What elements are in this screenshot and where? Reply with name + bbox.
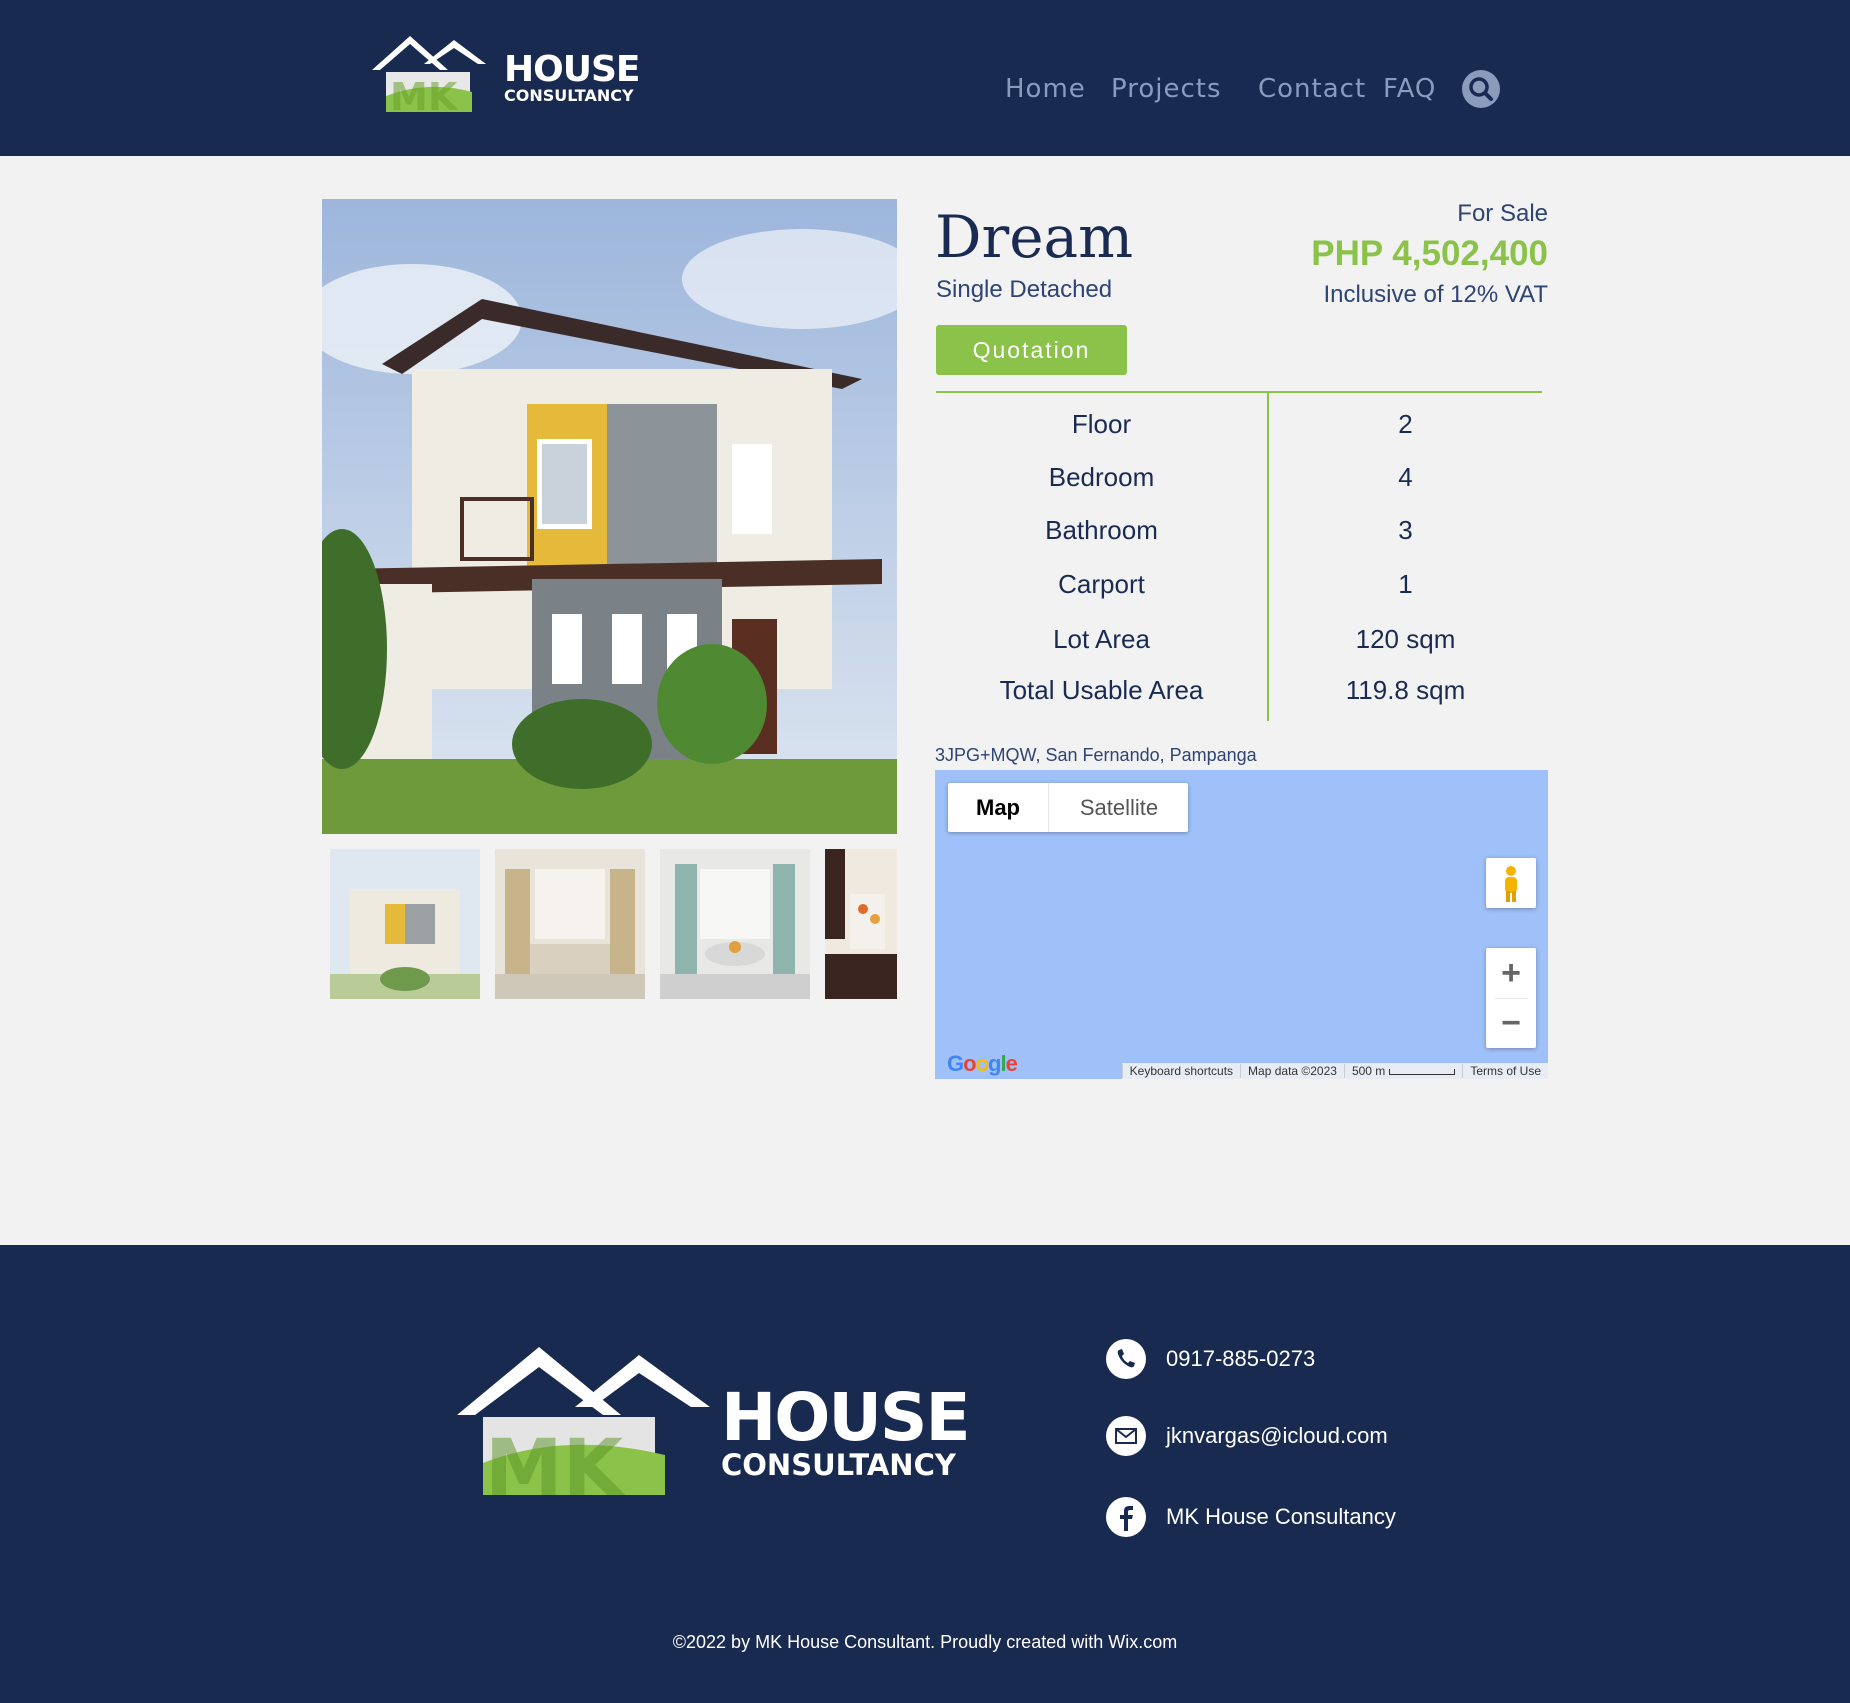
spec-value: 119.8 sqm bbox=[1345, 675, 1466, 705]
email-address[interactable]: jknvargas@icloud.com bbox=[1166, 1423, 1388, 1449]
nav-contact[interactable]: Contact bbox=[1258, 74, 1366, 104]
search-icon bbox=[1469, 77, 1493, 101]
property-price: PHP 4,502,400 bbox=[1311, 234, 1548, 273]
thumbnail-kitchen-image bbox=[825, 849, 897, 999]
nav-projects[interactable]: Projects bbox=[1111, 74, 1222, 104]
nav-home[interactable]: Home bbox=[1005, 74, 1086, 104]
thumbnail-dining-room-image bbox=[660, 849, 810, 999]
site-header: MK HOUSE CONSULTANCY Home Projects Conta… bbox=[0, 0, 1850, 156]
logo-consultancy-text: CONSULTANCY bbox=[504, 86, 634, 105]
spec-label: Floor bbox=[1071, 409, 1132, 439]
spec-value: 1 bbox=[1398, 569, 1413, 599]
thumbnail-exterior-image bbox=[330, 849, 480, 999]
thumbnail-dining-room[interactable] bbox=[660, 849, 810, 999]
facebook-link[interactable]: MK House Consultancy bbox=[1166, 1504, 1396, 1530]
property-address: 3JPG+MQW, San Fernando, Pampanga bbox=[935, 745, 1257, 765]
search-button[interactable] bbox=[1462, 70, 1500, 108]
facebook-icon[interactable] bbox=[1106, 1497, 1146, 1537]
zoom-out-button[interactable]: − bbox=[1486, 998, 1536, 1048]
sale-status: For Sale bbox=[1457, 200, 1548, 227]
site-logo[interactable]: MK HOUSE CONSULTANCY bbox=[368, 32, 640, 119]
quotation-button[interactable]: Quotation bbox=[936, 325, 1127, 375]
pegman-icon bbox=[1505, 866, 1517, 902]
keyboard-shortcuts-link[interactable]: Keyboard shortcuts bbox=[1121, 1064, 1240, 1078]
zoom-control: + − bbox=[1486, 948, 1536, 1048]
spec-label: Carport bbox=[1058, 569, 1145, 599]
terms-of-use-link[interactable]: Terms of Use bbox=[1462, 1064, 1548, 1078]
map-scale[interactable]: 500 m bbox=[1343, 1064, 1462, 1078]
spec-value: 120 sqm bbox=[1355, 624, 1456, 654]
map-tab-satellite[interactable]: Satellite bbox=[1048, 783, 1189, 832]
spec-value: 2 bbox=[1398, 409, 1413, 439]
spec-label: Total Usable Area bbox=[999, 675, 1204, 705]
thumbnail-living-room-image bbox=[495, 849, 645, 999]
property-type: Single Detached bbox=[936, 276, 1113, 303]
specs-divider bbox=[936, 391, 1542, 393]
spec-label: Bedroom bbox=[1048, 462, 1155, 492]
price-note: Inclusive of 12% VAT bbox=[1323, 281, 1548, 308]
specs-column-divider bbox=[1267, 393, 1269, 721]
map-type-control: Map Satellite bbox=[948, 783, 1188, 832]
map-tab-map[interactable]: Map bbox=[948, 783, 1048, 832]
logo-house-text: HOUSE bbox=[504, 49, 640, 90]
svg-text:MK: MK bbox=[485, 1424, 626, 1505]
footer-logo[interactable]: MK HOUSE CONSULTANCY bbox=[455, 1345, 971, 1514]
street-view-button[interactable] bbox=[1486, 858, 1536, 908]
svg-text:MK: MK bbox=[390, 75, 459, 118]
spec-label: Lot Area bbox=[1053, 624, 1150, 654]
nav-faq[interactable]: FAQ bbox=[1383, 74, 1436, 104]
thumbnail-living-room[interactable] bbox=[495, 849, 645, 999]
email-icon[interactable] bbox=[1106, 1416, 1146, 1456]
map-data-text: Map data ©2023 bbox=[1240, 1064, 1344, 1078]
map-attribution-bar: Keyboard shortcuts Map data ©2023 500 m … bbox=[1121, 1063, 1548, 1079]
spec-label: Bathroom bbox=[1045, 515, 1158, 545]
footer-logo-house-text: HOUSE bbox=[721, 1379, 971, 1456]
footer-logo-consultancy-text: CONSULTANCY bbox=[721, 1448, 956, 1482]
phone-icon[interactable] bbox=[1106, 1339, 1146, 1379]
main-property-photo[interactable] bbox=[322, 199, 897, 834]
location-map[interactable]: Map Satellite + − Google Keyboard shortc… bbox=[935, 770, 1548, 1079]
scale-bar bbox=[1389, 1069, 1456, 1075]
google-logo: Google bbox=[947, 1051, 1018, 1076]
zoom-in-button[interactable]: + bbox=[1486, 948, 1536, 998]
footer-logo-mark-icon: MK bbox=[457, 1347, 710, 1514]
copyright-text: ©2022 by MK House Consultant. Proudly cr… bbox=[672, 1632, 1178, 1652]
thumbnail-exterior[interactable] bbox=[330, 849, 480, 999]
phone-number[interactable]: 0917-885-0273 bbox=[1166, 1346, 1315, 1372]
logo-mark-icon: MK bbox=[372, 36, 486, 119]
property-name: Dream bbox=[935, 203, 1134, 271]
map-scale-label: 500 m bbox=[1351, 1064, 1386, 1078]
house-photo-image bbox=[322, 199, 897, 834]
spec-value: 3 bbox=[1398, 515, 1413, 545]
thumbnail-kitchen[interactable] bbox=[825, 849, 897, 999]
spec-value: 4 bbox=[1398, 462, 1413, 492]
